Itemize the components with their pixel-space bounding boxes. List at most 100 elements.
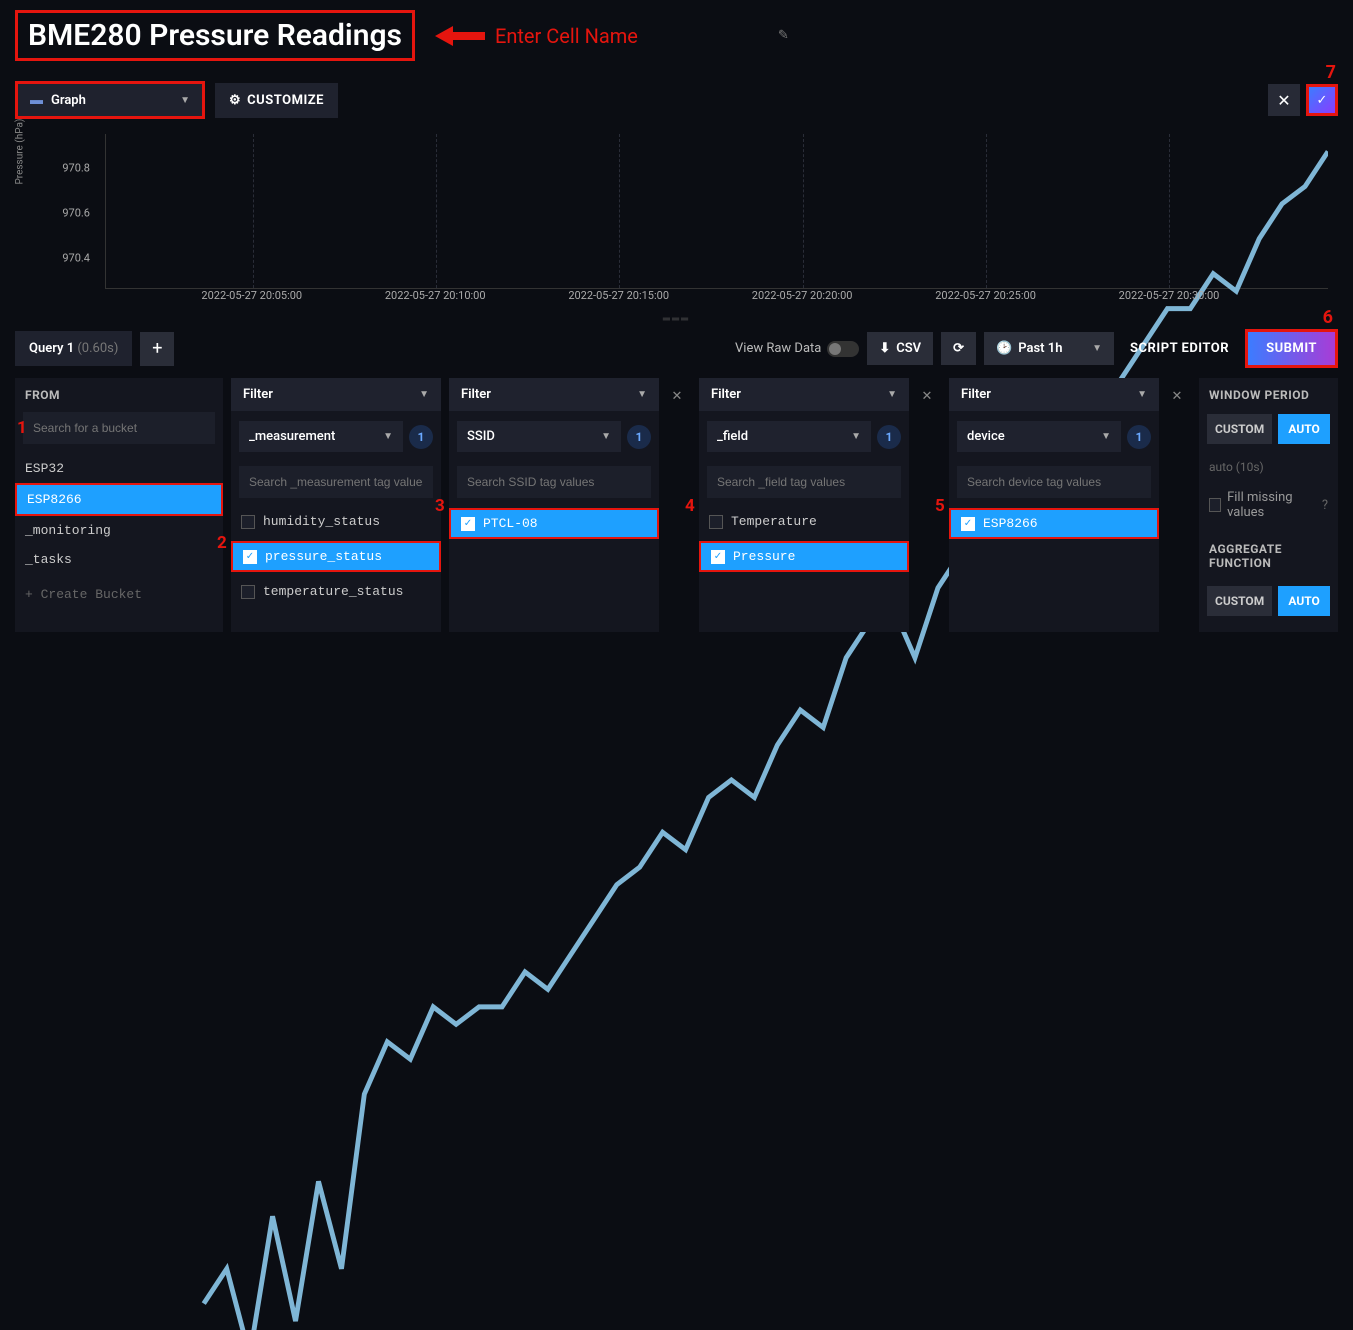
cancel-button[interactable]: ✕ [1268, 84, 1300, 116]
filter-type-dropdown[interactable]: Filter▼ [231, 378, 441, 411]
window-auto-button[interactable]: AUTO [1278, 414, 1330, 444]
annotation-hint: Enter Cell Name [495, 24, 638, 48]
tag-value-search-input[interactable] [457, 466, 651, 498]
filter-type-dropdown[interactable]: Filter▼ [699, 378, 909, 411]
script-editor-button[interactable]: SCRIPT EDITOR [1122, 332, 1237, 365]
annotation-1: 1 [17, 418, 27, 438]
time-range-label: Past 1h [1018, 341, 1062, 356]
tag-value-label: Pressure [733, 549, 795, 564]
viz-toolbar: ▬ Graph ▼ ⚙ CUSTOMIZE 7 ✕ ✓ [0, 71, 1353, 129]
tag-value-item[interactable]: ✓ PTCL-08 [449, 508, 659, 539]
customize-label: CUSTOMIZE [247, 93, 324, 108]
chart-line [106, 134, 1328, 1330]
add-query-button[interactable]: + [140, 332, 174, 366]
cell-name-input[interactable]: BME280 Pressure Readings [15, 10, 415, 61]
checkbox-icon: ✓ [461, 517, 475, 531]
close-icon: ✕ [1277, 91, 1290, 110]
chart-plot-area[interactable] [105, 134, 1328, 289]
header-row: BME280 Pressure Readings Enter Cell Name… [0, 0, 1353, 71]
export-csv-button[interactable]: ⬇ CSV [867, 332, 933, 365]
ytick: 970.4 [62, 252, 90, 265]
annotation-arrow: Enter Cell Name [435, 24, 638, 48]
tag-value-item[interactable]: ✓Pressure [699, 541, 909, 572]
tag-key-dropdown[interactable]: SSID▼ [457, 421, 621, 452]
xtick: 2022-05-27 20:30:00 [1119, 289, 1220, 302]
viz-type-label: Graph [51, 93, 86, 108]
chevron-down-icon: ▼ [180, 95, 190, 106]
toggle-icon [827, 341, 859, 357]
filter-panel: Filter▼ device▼1 ✓ESP8266 [949, 378, 1159, 632]
tag-value-item[interactable]: ✓ESP8266 [949, 508, 1159, 539]
viz-type-dropdown[interactable]: ▬ Graph ▼ [15, 81, 205, 119]
tag-value-search-input[interactable] [239, 466, 433, 498]
xtick: 2022-05-27 20:20:00 [752, 289, 853, 302]
y-axis-label: Pressure (hPa) [15, 118, 26, 184]
edit-icon[interactable]: ✎ [778, 28, 789, 43]
raw-data-label: View Raw Data [735, 341, 821, 356]
bucket-item[interactable]: _tasks [15, 545, 223, 574]
bucket-item[interactable]: ESP32 [15, 454, 223, 483]
tag-value-item[interactable]: Temperature [699, 508, 909, 535]
tag-count-badge: 1 [627, 425, 651, 449]
query-tab-label: Query 1 [29, 341, 74, 356]
tag-value-item[interactable]: ✓pressure_status [231, 541, 441, 572]
aggregate-custom-button[interactable]: CUSTOM [1207, 586, 1272, 616]
ytick: 970.6 [62, 207, 90, 220]
time-range-dropdown[interactable]: 🕑 Past 1h ▼ [984, 332, 1114, 365]
aggregate-auto-button[interactable]: AUTO [1278, 586, 1330, 616]
view-raw-data-toggle[interactable]: View Raw Data [735, 341, 859, 357]
tag-value-label: temperature_status [263, 584, 403, 599]
window-title: WINDOW PERIOD [1207, 388, 1330, 402]
submit-button[interactable]: SUBMIT [1245, 329, 1338, 368]
window-custom-button[interactable]: CUSTOM [1207, 414, 1272, 444]
help-icon[interactable]: ? [1322, 498, 1328, 513]
close-icon: ✕ [1172, 389, 1183, 404]
xtick: 2022-05-27 20:10:00 [385, 289, 486, 302]
annotation-5: 5 [935, 496, 945, 516]
bucket-item[interactable]: ESP8266 [15, 483, 223, 516]
query-builder: 1 FROM ESP32ESP8266_monitoring_tasks + C… [0, 368, 1353, 642]
tag-key-dropdown[interactable]: _field▼ [707, 421, 871, 452]
close-icon: ✕ [672, 389, 683, 404]
refresh-button[interactable]: ⟳ [941, 332, 976, 365]
tag-value-label: PTCL-08 [483, 516, 538, 531]
query-timing: (0.60s) [77, 341, 118, 356]
bucket-search-input[interactable] [23, 412, 215, 444]
filter-type-dropdown[interactable]: Filter▼ [449, 378, 659, 411]
from-title: FROM [15, 388, 223, 402]
tag-count-badge: 1 [1127, 425, 1151, 449]
customize-button[interactable]: ⚙ CUSTOMIZE [215, 83, 338, 118]
tag-value-search-input[interactable] [707, 466, 901, 498]
remove-filter-button[interactable]: ✕ [913, 378, 941, 414]
fill-missing-label: Fill missing values [1227, 490, 1316, 520]
checkbox-icon: ✓ [243, 550, 257, 564]
xtick: 2022-05-27 20:05:00 [201, 289, 302, 302]
bucket-item[interactable]: _monitoring [15, 516, 223, 545]
annotation-7: 7 [1326, 62, 1336, 83]
tag-value-label: humidity_status [263, 514, 380, 529]
tag-key-dropdown[interactable]: device▼ [957, 421, 1121, 452]
query-bar: 6 Query 1 (0.60s) + View Raw Data ⬇ CSV … [0, 329, 1353, 368]
chart-y-axis: Pressure (hPa) 970.8 970.6 970.4 [15, 134, 95, 289]
window-panel: WINDOW PERIOD CUSTOM AUTO auto (10s) Fil… [1199, 378, 1338, 632]
annotation-4: 4 [685, 496, 695, 516]
download-icon: ⬇ [879, 341, 890, 356]
tag-key-dropdown[interactable]: _measurement▼ [239, 421, 403, 452]
tag-value-label: ESP8266 [983, 516, 1038, 531]
gear-icon: ⚙ [229, 93, 241, 108]
plus-icon: + [152, 338, 162, 359]
fill-missing-checkbox[interactable] [1209, 498, 1221, 512]
remove-filter-button[interactable]: ✕ [1163, 378, 1191, 414]
close-icon: ✕ [922, 389, 933, 404]
chart-panel: Pressure (hPa) 970.8 970.6 970.4 2022-05… [15, 134, 1338, 309]
tag-value-search-input[interactable] [957, 466, 1151, 498]
clock-icon: 🕑 [996, 341, 1012, 356]
tag-value-item[interactable]: humidity_status [231, 508, 441, 535]
tag-value-item[interactable]: temperature_status [231, 578, 441, 605]
query-tab[interactable]: Query 1 (0.60s) [15, 331, 132, 366]
filter-type-dropdown[interactable]: Filter▼ [949, 378, 1159, 411]
remove-filter-button[interactable]: ✕ [663, 378, 691, 414]
create-bucket-button[interactable]: + Create Bucket [15, 580, 223, 609]
confirm-button[interactable]: ✓ [1306, 84, 1338, 116]
csv-label: CSV [896, 341, 921, 356]
